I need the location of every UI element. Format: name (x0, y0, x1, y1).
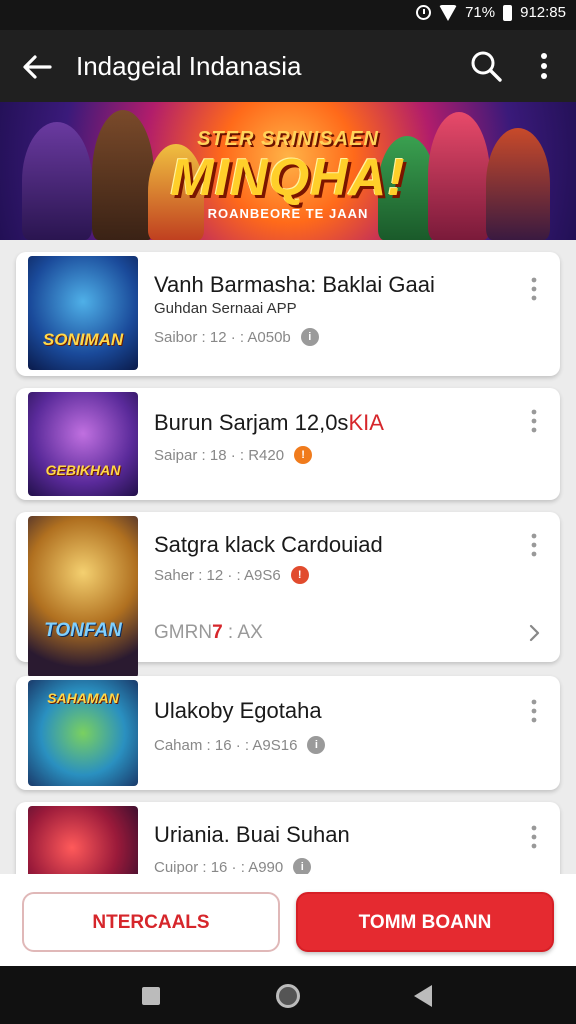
banner-headline: MINQHA! (170, 149, 406, 207)
promo-banner[interactable]: STER SRINISAEN MINQHA! ROANBEORE TE JAAN (0, 102, 576, 240)
alert-icon: ! (294, 446, 313, 464)
game-list: SONIMAN Vanh Barmasha: Baklai Gaai Guhda… (0, 240, 576, 874)
game-title: Ulakoby Egotaha (154, 698, 322, 723)
search-icon[interactable] (468, 48, 504, 84)
game-meta: Caham : 16 · : A9S16 i (154, 736, 326, 754)
more-vert-icon[interactable] (526, 408, 542, 434)
game-meta-text: Caham : 16 · : A9S16 (154, 736, 298, 754)
chevron-right-icon[interactable] (526, 623, 542, 643)
list-item[interactable]: TONFAN Satgra klack Cardouiad Saher : 12… (16, 512, 560, 678)
wifi-icon (439, 4, 458, 21)
battery-icon (503, 4, 513, 21)
game-meta: Saipar : 18 · : R420 ! (154, 446, 313, 464)
game-meta-text: Cuipor : 16 · : A990 (154, 858, 284, 875)
game-thumbnail: GEBIKHAN (28, 392, 138, 496)
clock: 912:85 (520, 4, 566, 21)
game-title: Satgra klack Cardouiad (154, 532, 383, 557)
primary-action-button[interactable]: TOMM BOANN (296, 892, 554, 952)
game-thumbnail: TONFAN (28, 516, 138, 678)
game-title: Uriania. Buai Suhan (154, 822, 350, 847)
bottom-action-bar: NTERCAALS TOMM BOANN (0, 874, 576, 966)
alarm-icon (416, 5, 432, 20)
more-vert-icon[interactable] (526, 276, 542, 302)
list-item[interactable]: SAHAMAN Ulakoby Egotaha Caham : 16 · : A… (16, 676, 560, 790)
recents-icon[interactable] (142, 987, 160, 1005)
back-arrow-icon[interactable] (20, 50, 54, 84)
game-thumbnail: SONIMAN (28, 256, 138, 370)
banner-subtitle: ROANBEORE TE JAAN (207, 206, 369, 221)
game-subtitle: Guhdan Sernaai APP (154, 300, 297, 317)
game-thumbnail (28, 806, 138, 874)
game-title: Burun Sarjam 12,0sKIA (154, 410, 384, 435)
game-thumbnail: SAHAMAN (28, 680, 138, 786)
more-vert-icon[interactable] (526, 824, 542, 850)
game-meta: Saher : 12 · : A9S6 ! (154, 566, 309, 584)
game-meta: Cuipor : 16 · : A990 i (154, 858, 312, 875)
game-meta: Saibor : 12 · : A050b i (154, 328, 319, 346)
list-item[interactable]: SONIMAN Vanh Barmasha: Baklai Gaai Guhda… (16, 252, 560, 376)
battery-percent: 71% (465, 4, 496, 21)
more-vert-icon[interactable] (526, 698, 542, 724)
secondary-action-button[interactable]: NTERCAALS (22, 892, 280, 952)
game-meta-text: Saibor : 12 · : A050b (154, 328, 291, 346)
system-nav-bar (0, 966, 576, 1024)
more-vert-icon[interactable] (526, 532, 542, 558)
thumbnail-label: TONFAN (44, 620, 122, 641)
list-item[interactable]: GEBIKHAN Burun Sarjam 12,0sKIA Saipar : … (16, 388, 560, 500)
thumbnail-label: SAHAMAN (47, 690, 119, 706)
app-bar: Indageial Indanasia (0, 30, 576, 102)
more-vert-icon[interactable] (530, 48, 558, 84)
home-icon[interactable] (276, 984, 300, 1008)
alert-icon: ! (290, 566, 309, 584)
status-indicators: 71% 912:85 (416, 4, 566, 21)
thumbnail-label: GEBIKHAN (45, 462, 121, 478)
game-meta-text: Saipar : 18 · : R420 (154, 446, 285, 464)
game-meta-text: Saher : 12 · : A9S6 (154, 566, 281, 584)
info-icon: i (307, 736, 326, 754)
page-title: Indageial Indanasia (76, 51, 302, 81)
game-title: Vanh Barmasha: Baklai Gaai (154, 272, 435, 297)
list-item[interactable]: Uriania. Buai Suhan Cuipor : 16 · : A990… (16, 802, 560, 874)
game-extra-info: GMRN7 : AX (154, 622, 263, 643)
info-icon: i (300, 328, 319, 346)
status-bar: 71% 912:85 (0, 0, 576, 30)
thumbnail-label: SONIMAN (42, 330, 124, 349)
back-nav-icon[interactable] (414, 985, 432, 1007)
info-icon: i (293, 858, 312, 874)
